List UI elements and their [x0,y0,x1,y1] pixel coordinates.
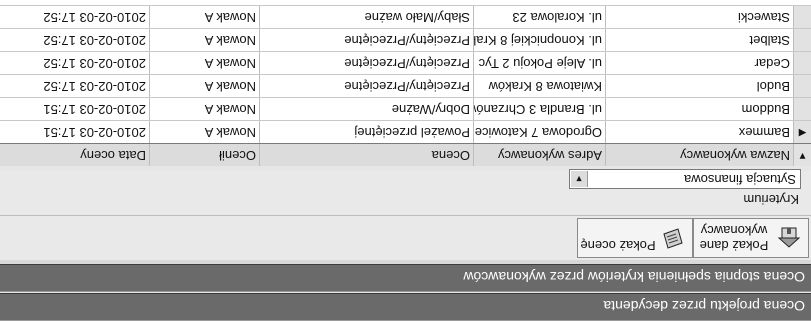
criterion-label: Kryterium [743,192,799,207]
row-selector[interactable] [793,52,811,74]
rating-date-cell[interactable]: 2010-02-03 17:52 [0,6,149,28]
table-row[interactable]: Stawecki ul. Koralowa 23 Słaby/Mało ważn… [0,5,811,28]
contractor-name-cell[interactable]: Buddom [605,98,793,120]
rating-date-cell[interactable]: 2010-02-03 17:52 [0,75,149,97]
criterion-selected-value: Sytuacja finansowa [683,172,796,187]
show-contractors-button[interactable]: Pokaż dane wykonawcy [693,218,809,258]
divider [0,260,811,264]
rating-cell[interactable]: Przeciętny/Przeciętne [259,52,473,74]
column-header-rating-date[interactable]: Data oceny [0,144,149,166]
rated-by-cell[interactable]: Nowak A [149,52,259,74]
rated-by-cell[interactable]: Nowak A [149,75,259,97]
column-header-contractor-address[interactable]: Adres wykonawcy [473,144,605,166]
row-selector-header[interactable]: ▼ [793,144,811,166]
grid-header-row: ▼ Nazwa wykonawcy Adres wykonawcy Ocena … [0,143,811,166]
rating-date-cell[interactable]: 2010-02-03 17:51 [0,121,149,143]
table-row[interactable]: Stalbet ul. Konopnickiej 8 Kraków Przeci… [0,28,811,51]
app-window: Ocena projektu przez decydenta Ocena sto… [0,0,811,321]
criterion-select[interactable]: Sytuacja finansowa ▼ [569,169,801,189]
row-selector[interactable] [793,29,811,51]
rated-by-cell[interactable]: Nowak A [149,121,259,143]
show-contractors-label: Pokaż dane wykonawcy [699,223,769,253]
rating-cell[interactable]: Poważel przeciętnej [259,121,473,143]
contractor-address-cell[interactable]: ul. Koralowa 23 [473,6,605,28]
contractor-name-cell[interactable]: Bammex [605,121,793,143]
column-header-rated-by[interactable]: Ocenił [149,144,259,166]
current-row-indicator-icon: ◀ [793,121,811,143]
ratings-grid: ▼ Nazwa wykonawcy Adres wykonawcy Ocena … [0,0,811,166]
dropdown-arrow-icon[interactable]: ▼ [571,171,588,187]
table-row[interactable]: ◀ Bammex Ogrodowa 7 Katowice Poważel prz… [0,120,811,143]
rated-by-cell[interactable]: Nowak A [149,29,259,51]
contractor-address-cell[interactable]: ul. Brandla 3 Chrzanów [473,98,605,120]
table-row[interactable]: Budol Kwiatowa 8 Kraków Przeciętny/Przec… [0,74,811,97]
contractor-address-cell[interactable]: Ogrodowa 7 Katowice [473,121,605,143]
rating-date-cell[interactable]: 2010-02-03 17:52 [0,52,149,74]
contractor-name-cell[interactable]: Stalbet [605,29,793,51]
column-header-contractor-name[interactable]: Nazwa wykonawcy [605,144,793,166]
rating-cell[interactable]: Przeciętny/Przeciętne [259,75,473,97]
contractor-address-cell[interactable]: ul. Aleje Pokoju 2 Tyc [473,52,605,74]
column-header-rating[interactable]: Ocena [259,144,473,166]
rated-by-cell[interactable]: Nowak A [149,98,259,120]
rating-cell[interactable]: Dobry/Ważne [259,98,473,120]
rating-cell[interactable]: Przeciętny/Przeciętne [259,29,473,51]
section-header-criteria-rating[interactable]: Ocena stopnia spełnienia kryteriów przez… [0,264,811,292]
row-selector[interactable] [793,75,811,97]
table-row[interactable]: Cedar ul. Aleje Pokoju 2 Tyc Przeciętny/… [0,51,811,74]
rated-by-cell[interactable]: Nowak A [149,6,259,28]
house-icon [777,227,801,248]
contractor-name-cell[interactable]: Stawecki [605,6,793,28]
row-selector[interactable] [793,98,811,120]
show-rating-label: Pokaż ocenę [580,238,656,253]
show-rating-button[interactable]: Pokaż ocenę [577,218,693,258]
contractor-address-cell[interactable]: Kwiatowa 8 Kraków [473,75,605,97]
section-header-project-rating[interactable]: Ocena projektu przez decydenta [0,293,811,321]
row-selector[interactable] [793,6,811,28]
toolbar: Pokaż dane wykonawcy Pokaż ocenę [0,215,811,260]
rating-date-cell[interactable]: 2010-02-03 17:51 [0,98,149,120]
contractor-name-cell[interactable]: Cedar [605,52,793,74]
rating-date-cell[interactable]: 2010-02-03 17:52 [0,29,149,51]
contractor-name-cell[interactable]: Budol [605,75,793,97]
table-row[interactable]: Buddom ul. Brandla 3 Chrzanów Dobry/Ważn… [0,97,811,120]
criterion-panel: Kryterium Sytuacja finansowa ▼ [0,169,811,215]
contractor-address-cell[interactable]: ul. Konopnickiej 8 Kraków [473,29,605,51]
scroll-icon [663,228,683,249]
rating-cell[interactable]: Słaby/Mało ważne [259,6,473,28]
